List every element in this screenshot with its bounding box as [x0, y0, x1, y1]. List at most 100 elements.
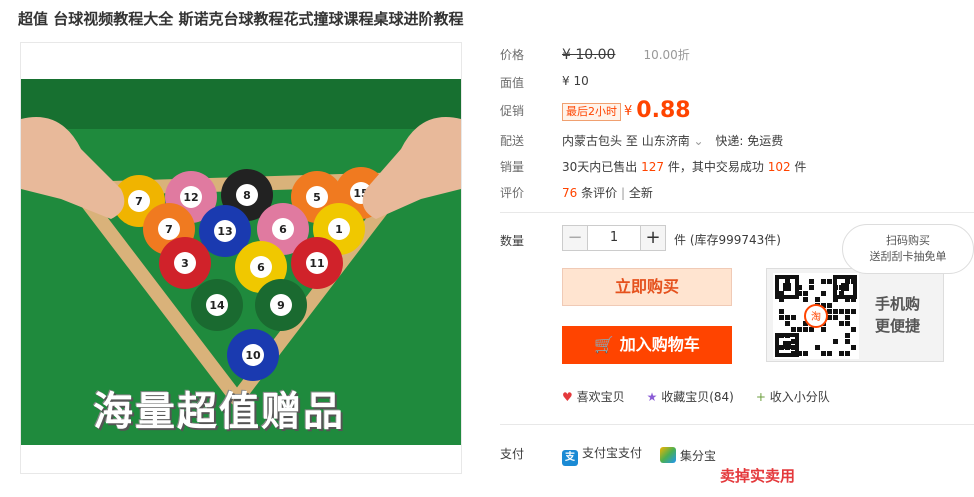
qr-cell	[851, 327, 856, 332]
mobile-qr-panel: 淘 手机购 更便捷	[766, 268, 944, 362]
billiard-ball-number: 1	[335, 223, 343, 236]
qr-cell	[851, 345, 856, 350]
delivery-info: 内蒙古包头 至 山东济南 ⌄ 快递: 免运费	[562, 134, 784, 148]
sales-label: 销量	[500, 160, 525, 174]
quantity-stepper: − 1 +	[562, 225, 666, 251]
qr-code-graphic: 淘	[773, 273, 859, 359]
qr-cell	[833, 309, 838, 314]
plus-icon: +	[755, 390, 766, 404]
billiard-ball-number: 10	[245, 349, 261, 362]
qr-cell	[803, 297, 808, 302]
qr-cell	[851, 309, 856, 314]
svg-text:淘: 淘	[811, 310, 821, 323]
quantity-input[interactable]: 1	[588, 225, 640, 251]
billiard-ball-number: 5	[313, 191, 321, 204]
qr-cell	[839, 309, 844, 314]
qr-cell	[833, 315, 838, 320]
add-to-cart-button[interactable]: 🛒 加入购物车	[562, 326, 732, 364]
join-team-link[interactable]: + 收入小分队	[756, 388, 830, 405]
quantity-plus-button[interactable]: +	[640, 225, 666, 251]
promo-overlay-text: 海量超值赠品	[93, 388, 345, 435]
qr-cell	[845, 351, 850, 356]
face-value: ¥ 10	[562, 74, 589, 88]
qr-cell	[815, 297, 820, 302]
price-label: 价格	[500, 48, 525, 62]
billiard-ball-number: 13	[217, 225, 232, 238]
promo-price-value: 0.88	[636, 98, 691, 123]
qr-cell	[839, 321, 844, 326]
qr-cell	[791, 327, 796, 332]
qr-cell	[845, 333, 850, 338]
qr-cell	[809, 327, 814, 332]
qr-cell	[803, 351, 808, 356]
billiard-ball-number: 6	[279, 223, 287, 236]
face-value-label: 面值	[500, 76, 525, 90]
billiard-ball-number: 3	[181, 257, 189, 270]
add-to-cart-label: 加入购物车	[619, 335, 700, 354]
product-gallery: 7 12 8 5 15 7 13 6 1 3 6 11 14 9 10 海量超值赠品	[20, 42, 462, 474]
like-link[interactable]: ♥ 喜欢宝贝	[562, 388, 625, 405]
discount-text: 10.00折	[643, 48, 690, 62]
jifen-icon	[660, 446, 677, 463]
favorite-link[interactable]: ★ 收藏宝贝(84)	[647, 388, 734, 405]
delivery-destination[interactable]: 山东济南 ⌄	[642, 134, 704, 148]
qr-cell	[821, 279, 826, 284]
quantity-minus-button[interactable]: −	[562, 225, 588, 251]
delivery-label: 配送	[500, 134, 525, 148]
billiard-ball-number: 12	[183, 191, 198, 204]
heart-icon: ♥	[562, 390, 573, 404]
qr-cell	[809, 285, 814, 290]
qr-cell	[785, 321, 790, 326]
scan-promo-bubble: 扫码购买 送刮刮卡抽免单	[842, 224, 974, 274]
product-title: 超值 台球视频教程大全 斯诺克台球教程花式撞球课程桌球进阶教程	[18, 10, 464, 28]
stock-text: 件 (库存999743件)	[674, 233, 781, 247]
review-info[interactable]: 76 条评价 | 全新	[562, 184, 653, 201]
billiard-ball-number: 14	[209, 299, 225, 312]
qr-cell	[827, 309, 832, 314]
qr-cell	[845, 309, 850, 314]
qr-cell	[809, 279, 814, 284]
qr-cell	[779, 315, 784, 320]
qr-cell	[821, 291, 826, 296]
billiard-ball-number: 7	[135, 195, 143, 208]
qr-cell	[779, 309, 784, 314]
chevron-down-icon: ⌄	[693, 134, 704, 148]
billiard-ball-number: 11	[309, 257, 324, 270]
alipay-method[interactable]: 支支付宝支付	[562, 444, 642, 466]
billiard-ball-number: 8	[243, 189, 251, 202]
qr-cell	[827, 279, 832, 284]
qr-cell	[803, 327, 808, 332]
qr-cell	[815, 345, 820, 350]
divider	[500, 212, 974, 213]
footer-partial-text: 卖掉实卖用	[720, 467, 796, 485]
billiard-ball-number: 9	[277, 299, 285, 312]
payment-methods: 支支付宝支付 集分宝	[562, 444, 716, 466]
qr-cell	[827, 351, 832, 356]
divider	[500, 424, 974, 425]
qr-cell	[845, 339, 850, 344]
original-price: ¥ 10.00 10.00折	[562, 47, 690, 63]
review-label: 评价	[500, 186, 525, 200]
jifen-method[interactable]: 集分宝	[660, 446, 716, 464]
promo-label: 促销	[500, 104, 525, 118]
alipay-icon: 支	[562, 450, 578, 466]
billiard-ball-number: 7	[165, 223, 173, 236]
billiard-ball-number: 6	[257, 261, 265, 274]
sales-info: 30天内已售出 127 件，其中交易成功 102 件	[562, 160, 807, 174]
qr-cell	[833, 339, 838, 344]
qr-cell	[839, 351, 844, 356]
buy-now-button[interactable]: 立即购买	[562, 268, 732, 306]
cart-icon: 🛒	[594, 335, 615, 354]
payment-label: 支付	[500, 447, 525, 461]
star-icon: ★	[646, 390, 658, 404]
qr-cell	[797, 327, 802, 332]
product-actions: ♥ 喜欢宝贝 ★ 收藏宝贝(84) + 收入小分队	[562, 388, 830, 405]
promo-price: 最后2小时 ¥0.88	[562, 98, 691, 123]
promo-badge: 最后2小时	[562, 103, 621, 121]
qr-code[interactable]: 淘	[773, 273, 859, 359]
qr-cell	[803, 291, 808, 296]
product-image[interactable]: 7 12 8 5 15 7 13 6 1 3 6 11 14 9 10 海量超值赠品	[21, 79, 461, 445]
mobile-buy-text: 手机购 更便捷	[875, 295, 921, 335]
qr-cell	[821, 327, 826, 332]
qr-cell	[821, 351, 826, 356]
